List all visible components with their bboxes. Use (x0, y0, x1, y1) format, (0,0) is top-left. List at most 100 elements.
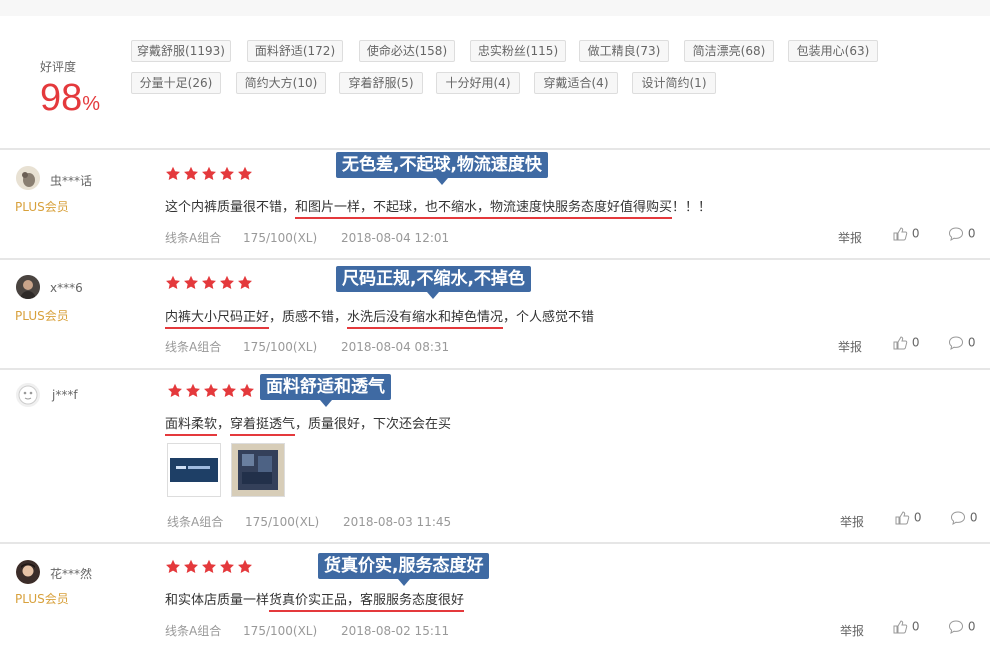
thumbs-up-icon (893, 620, 908, 634)
star-icon (220, 559, 234, 573)
product-color: 线条A组合 (165, 624, 222, 638)
review-tag[interactable]: 做工精良(73) (579, 40, 669, 62)
review-photo[interactable] (167, 443, 221, 497)
comment-button[interactable]: 0 (948, 335, 975, 351)
star-icon (184, 559, 198, 573)
avatar[interactable] (16, 275, 40, 299)
star-icon (202, 275, 216, 289)
review-tag[interactable]: 十分好用(4) (436, 72, 520, 94)
highlighted-phrase: 面料柔软 (165, 417, 218, 436)
review-tag[interactable]: 简洁漂亮(68) (684, 40, 774, 62)
star-icon (202, 166, 216, 180)
avatar[interactable] (16, 560, 40, 584)
star-icon (166, 166, 180, 180)
like-button[interactable]: 0 (892, 335, 919, 351)
review-item: j***f 面料舒适和透气 面料柔软，穿着挺透气，质量很好，下次还会在买 线条A… (0, 370, 990, 542)
username[interactable]: 花***然 (50, 565, 92, 582)
comment-button[interactable]: 0 (948, 619, 975, 635)
positive-rate-label: 好评度 (40, 60, 77, 74)
star-icon (168, 383, 182, 397)
comment-icon (948, 620, 964, 634)
comment-button[interactable]: 0 (950, 510, 977, 526)
review-photo[interactable] (231, 443, 285, 497)
review-tag[interactable]: 简约大方(10) (236, 72, 326, 94)
review-tag[interactable]: 使命必达(158) (359, 40, 455, 62)
like-button[interactable]: 0 (894, 510, 921, 526)
star-icon (184, 166, 198, 180)
review-text: 面料柔软，穿着挺透气，质量很好，下次还会在买 (165, 413, 451, 436)
review-text: 内裤大小尺码正好，质感不错，水洗后没有缩水和掉色情况，个人感觉不错 (165, 306, 594, 329)
comment-count: 0 (967, 335, 976, 350)
rating-summary: 好评度 98% 穿戴舒服(1193) 面料舒适(172) 使命必达(158) 忠… (0, 16, 990, 128)
like-count: 0 (913, 510, 922, 525)
star-icon (238, 559, 252, 573)
report-link[interactable]: 举报 (840, 513, 864, 530)
like-count: 0 (911, 226, 920, 241)
product-size: 175/100(XL) (243, 231, 318, 245)
star-icon (238, 275, 252, 289)
review-tag[interactable]: 包装用心(63) (788, 40, 878, 62)
review-tag[interactable]: 忠实粉丝(115) (470, 40, 566, 62)
star-icon (204, 383, 218, 397)
review-item: 花***然 PLUS会员 货真价实,服务态度好 和实体店质量一样货真价实正品，客… (0, 544, 990, 654)
report-link[interactable]: 举报 (838, 229, 862, 246)
plus-member-badge: PLUS会员 (15, 200, 69, 214)
comment-icon (950, 511, 966, 525)
report-link[interactable]: 举报 (838, 338, 862, 355)
star-icon (220, 166, 234, 180)
comment-count: 0 (967, 226, 976, 241)
thumbs-up-icon (895, 511, 910, 525)
thumbs-up-icon (893, 227, 908, 241)
review-tag[interactable]: 设计简约(1) (632, 72, 716, 94)
review-meta: 线条A组合 175/100(XL) 2018-08-04 08:31 (165, 338, 449, 355)
review-tag[interactable]: 穿着舒服(5) (339, 72, 423, 94)
top-strip (0, 0, 990, 16)
username[interactable]: x***6 (50, 281, 83, 295)
star-icon (238, 166, 252, 180)
product-size: 175/100(XL) (243, 624, 318, 638)
review-tag[interactable]: 面料舒适(172) (247, 40, 343, 62)
star-rating (165, 166, 255, 182)
avatar[interactable] (16, 166, 40, 190)
comment-icon (948, 227, 964, 241)
plus-member-badge: PLUS会员 (15, 309, 69, 323)
review-tag[interactable]: 分量十足(26) (131, 72, 221, 94)
review-date: 2018-08-02 15:11 (341, 624, 450, 638)
thumbs-up-icon (893, 336, 908, 350)
review-meta: 线条A组合 175/100(XL) 2018-08-03 11:45 (167, 513, 451, 530)
review-date: 2018-08-04 12:01 (341, 231, 450, 245)
product-color: 线条A组合 (165, 340, 222, 354)
review-meta: 线条A组合 175/100(XL) 2018-08-04 12:01 (165, 229, 449, 246)
star-rating (165, 559, 255, 575)
positive-rate-value: 98% (40, 77, 101, 119)
star-icon (166, 275, 180, 289)
username[interactable]: j***f (52, 388, 78, 402)
star-icon (222, 383, 236, 397)
product-size: 175/100(XL) (245, 515, 320, 529)
product-color: 线条A组合 (167, 515, 224, 529)
comment-count: 0 (969, 510, 978, 525)
review-text: 这个内裤质量很不错，和图片一样，不起球，也不缩水，物流速度快服务态度好值得购买！… (165, 196, 711, 219)
highlight-callout: 无色差,不起球,物流速度快 (336, 152, 548, 185)
star-icon (202, 559, 216, 573)
comment-button[interactable]: 0 (948, 226, 975, 242)
star-rating (165, 275, 255, 291)
review-tag[interactable]: 穿戴适合(4) (534, 72, 618, 94)
review-tag[interactable]: 穿戴舒服(1193) (131, 40, 231, 62)
star-icon (240, 383, 254, 397)
highlighted-phrase: 内裤大小尺码正好 (165, 310, 270, 329)
username[interactable]: 虫***话 (50, 172, 92, 189)
comment-count: 0 (967, 619, 976, 634)
highlight-callout: 尺码正规,不缩水,不掉色 (336, 266, 531, 299)
highlighted-phrase: 穿着挺透气 (230, 417, 296, 436)
like-button[interactable]: 0 (892, 619, 919, 635)
highlighted-phrase: 和图片一样，不起球，也不缩水，物流速度快服务态度好值得购买 (295, 200, 673, 219)
review-date: 2018-08-04 08:31 (341, 340, 450, 354)
plus-member-badge: PLUS会员 (15, 592, 69, 606)
like-count: 0 (911, 335, 920, 350)
report-link[interactable]: 举报 (840, 622, 864, 639)
like-button[interactable]: 0 (892, 226, 919, 242)
product-color: 线条A组合 (165, 231, 222, 245)
avatar[interactable] (16, 383, 40, 407)
review-item: 虫***话 PLUS会员 无色差,不起球,物流速度快 这个内裤质量很不错，和图片… (0, 150, 990, 258)
